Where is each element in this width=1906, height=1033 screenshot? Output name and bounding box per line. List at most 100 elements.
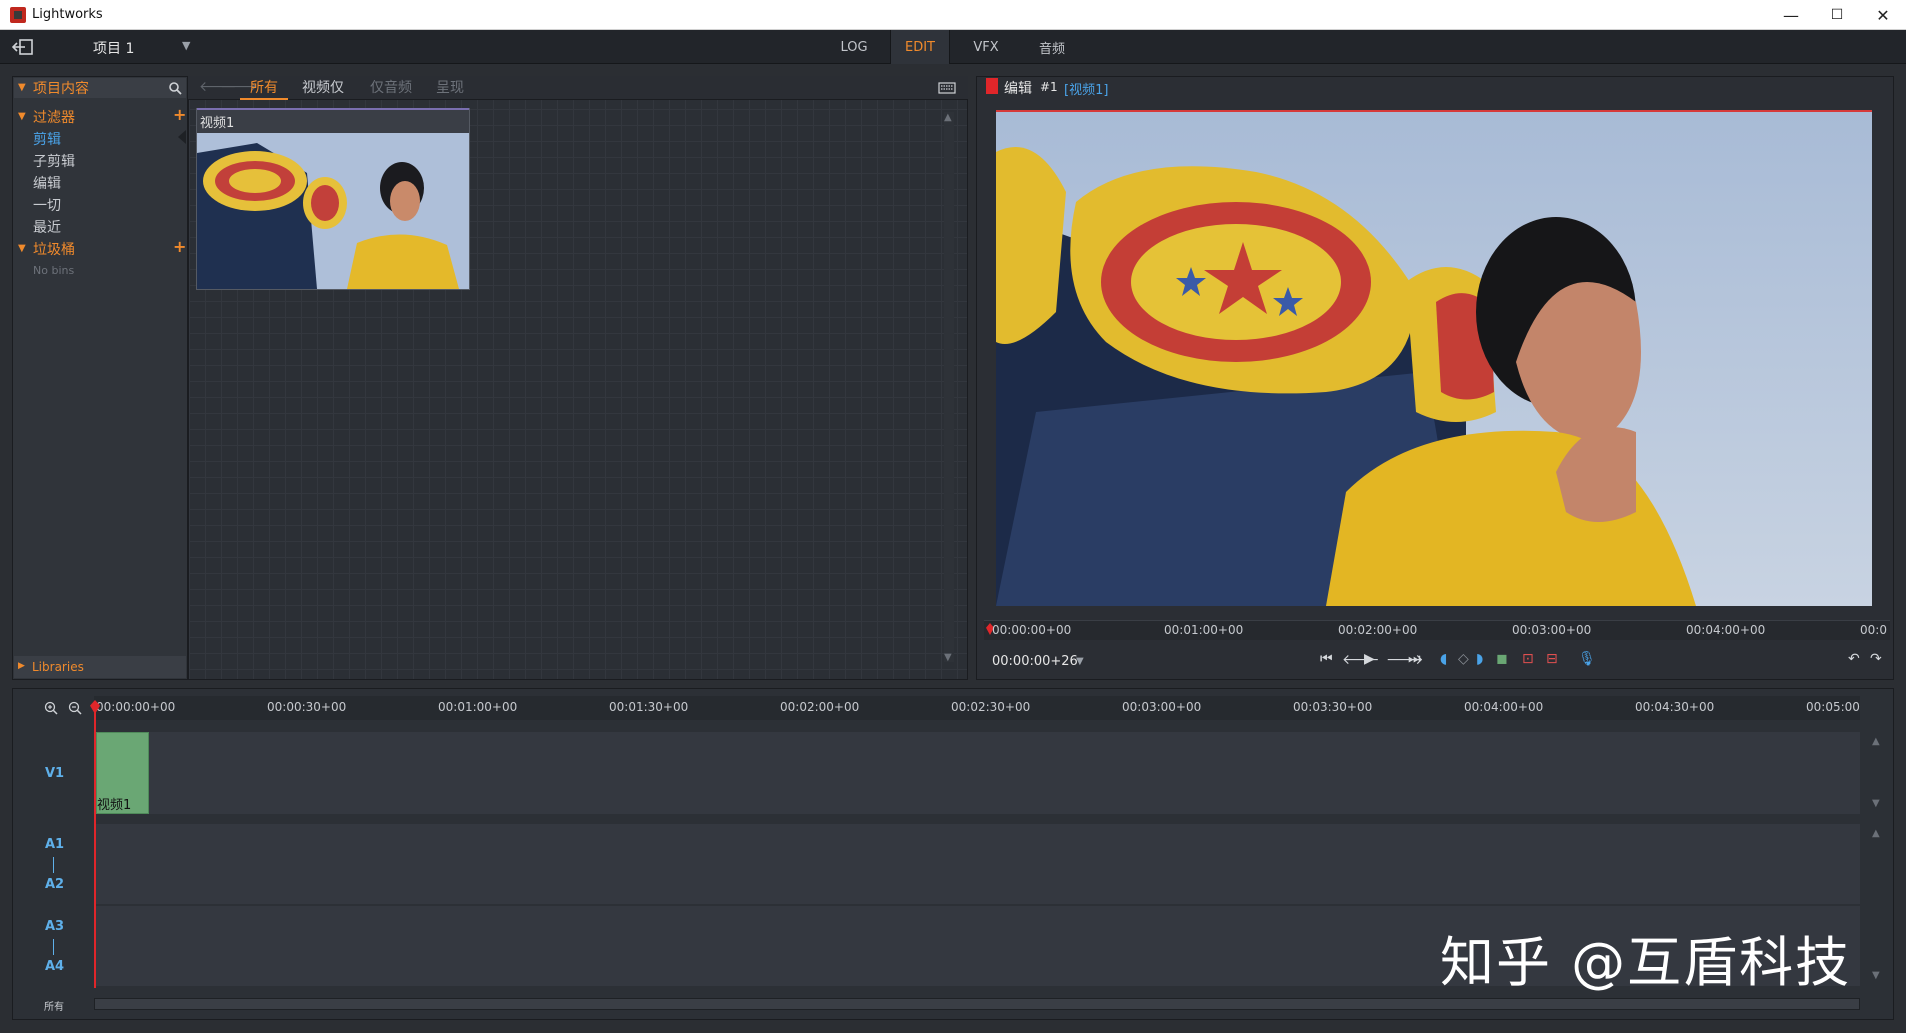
tab-vfx[interactable]: VFX (958, 30, 1014, 64)
viewer-ruler-tick: 00:0 (1860, 623, 1887, 637)
insert-icon[interactable]: ⊡ (1522, 651, 1534, 667)
filters-heading: 过滤器 (33, 110, 75, 126)
clip-card-topline (197, 108, 469, 110)
scroll-down-icon[interactable]: ▼ (944, 652, 952, 663)
filter-item-clips[interactable]: 剪辑 (33, 129, 61, 149)
filter-item-subclips[interactable]: 子剪辑 (33, 151, 75, 171)
record-flag-icon (986, 78, 998, 94)
viewer-timecode[interactable]: 00:00:00+26 (992, 654, 1078, 669)
v1-track[interactable] (94, 732, 1860, 814)
tab-edit[interactable]: EDIT (890, 30, 950, 64)
clip-title: 视频1 (200, 116, 235, 131)
timeline-ruler-tick: 00:03:00+00 (1122, 700, 1202, 714)
a1-a2-track[interactable] (94, 824, 1860, 904)
clear-mark-icon[interactable]: ◇ (1458, 651, 1469, 667)
scroll-up-icon[interactable]: ▲ (1872, 828, 1880, 839)
track-label-v1[interactable]: V1 (45, 766, 64, 781)
viewer-ruler-tick: 00:00:00+00 (992, 623, 1072, 637)
app-topbar: 项目 1 ▼ LOG EDIT VFX 音频 (0, 30, 1906, 64)
timeline-ruler-tick: 00:01:00+00 (438, 700, 518, 714)
track-label-a4[interactable]: A4 (45, 959, 64, 974)
track-label-a2[interactable]: A2 (45, 877, 64, 892)
browser-tab-all[interactable]: 所有 (250, 77, 278, 97)
search-icon[interactable] (168, 81, 182, 95)
no-bins-text: No bins (33, 264, 75, 277)
tab-audio[interactable]: 音频 (1022, 30, 1082, 64)
viewer-ruler-tick: 00:01:00+00 (1164, 623, 1244, 637)
lightworks-logo-icon (10, 7, 26, 23)
add-filter-plus-icon[interactable]: + (173, 105, 186, 124)
chevron-down-icon[interactable]: ▼ (1076, 656, 1084, 667)
tab-log[interactable]: LOG (826, 30, 882, 64)
viewer-edit-number: #1 (1040, 80, 1058, 94)
mark-out-icon[interactable]: ◗ (1476, 651, 1483, 667)
libraries-label[interactable]: Libraries (32, 660, 84, 674)
timeline-clip-label: 视频1 (97, 798, 132, 813)
scroll-up-icon[interactable]: ▲ (944, 112, 952, 123)
add-bin-plus-icon[interactable]: + (173, 237, 186, 256)
scroll-up-icon[interactable]: ▲ (1872, 736, 1880, 747)
viewer-ruler-tick: 00:03:00+00 (1512, 623, 1592, 637)
play-icon[interactable]: ▶ (1364, 651, 1375, 667)
browser-tab-video-only[interactable]: 视频仅 (302, 77, 344, 97)
expand-triangle-icon[interactable]: ▶ (18, 661, 25, 671)
timeline-ruler-tick: 00:04:00+00 (1464, 700, 1544, 714)
track-label-a3[interactable]: A3 (45, 919, 64, 934)
viewer-source-name: [视频1] (1064, 83, 1109, 98)
timeline-ruler-tick: 00:04:30+00 (1635, 700, 1715, 714)
viewer-ruler-tick: 00:02:00+00 (1338, 623, 1418, 637)
timeline-ruler-tick: 00:01:30+00 (609, 700, 689, 714)
go-to-start-icon[interactable]: ⏮ (1320, 651, 1333, 667)
cue-icon[interactable]: ◼ (1496, 651, 1508, 667)
scroll-down-icon[interactable]: ▼ (1872, 798, 1880, 809)
zoom-out-icon[interactable] (68, 701, 82, 715)
browser-tab-audio-only[interactable]: 仅音频 (370, 77, 412, 97)
timeline-playhead[interactable] (94, 702, 96, 988)
mark-in-icon[interactable]: ◖ (1440, 651, 1447, 667)
timeline-ruler-tick: 00:00:30+00 (267, 700, 347, 714)
timeline-ruler-tick: 00:05:00 (1806, 700, 1860, 714)
filter-item-recent[interactable]: 最近 (33, 217, 61, 237)
project-name[interactable]: 项目 1 (93, 38, 134, 58)
track-link-line (53, 939, 54, 955)
chevron-down-icon[interactable]: ▼ (182, 39, 190, 52)
viewer-ruler-tick: 00:04:00+00 (1686, 623, 1766, 637)
watermark-text: 知乎 @互盾科技 (1440, 931, 1852, 994)
active-tab-underline (240, 98, 288, 100)
window-titlebar: Lightworks — ☐ ✕ (0, 0, 1906, 30)
undo-icon[interactable]: ↶ (1848, 651, 1860, 667)
bins-heading: 垃圾桶 (33, 242, 75, 258)
scroll-down-icon[interactable]: ▼ (1872, 970, 1880, 981)
microphone-icon[interactable]: 🎙 (1578, 651, 1596, 667)
project-contents-title: 项目内容 (33, 81, 89, 97)
close-button[interactable]: ✕ (1860, 0, 1906, 30)
collapse-triangle-icon[interactable]: ▼ (18, 82, 26, 93)
browser-tab-renders[interactable]: 呈现 (436, 77, 464, 97)
replace-icon[interactable]: ⊟ (1546, 651, 1558, 667)
track-label-a1[interactable]: A1 (45, 837, 64, 852)
timeline-scrollbar[interactable] (94, 998, 1860, 1010)
exit-icon[interactable] (12, 38, 34, 56)
redo-icon[interactable]: ↷ (1870, 651, 1882, 667)
browser-scrollbar[interactable] (944, 112, 954, 662)
video-preview (996, 112, 1872, 606)
clip-thumbnail-image (197, 133, 469, 289)
window-title: Lightworks (32, 7, 103, 22)
viewer-title: 编辑 (1004, 81, 1032, 97)
zoom-in-icon[interactable] (44, 701, 58, 715)
collapse-triangle-icon[interactable]: ▼ (18, 243, 26, 254)
keyboard-icon[interactable] (938, 82, 956, 94)
all-tracks-label[interactable]: 所有 (44, 998, 64, 1013)
minimize-button[interactable]: — (1768, 0, 1814, 30)
timeline-ruler-tick: 00:00:00+00 (96, 700, 176, 714)
timeline-ruler-tick: 00:02:00+00 (780, 700, 860, 714)
selection-pointer-icon (178, 130, 186, 144)
maximize-button[interactable]: ☐ (1814, 0, 1860, 30)
filter-item-edits[interactable]: 编辑 (33, 173, 61, 193)
track-link-line (53, 857, 54, 873)
go-to-end-icon[interactable]: ⏭ (1408, 651, 1421, 667)
collapse-triangle-icon[interactable]: ▼ (18, 111, 26, 122)
timeline-ruler-tick: 00:03:30+00 (1293, 700, 1373, 714)
timeline-ruler-tick: 00:02:30+00 (951, 700, 1031, 714)
filter-item-everything[interactable]: 一切 (33, 195, 61, 215)
